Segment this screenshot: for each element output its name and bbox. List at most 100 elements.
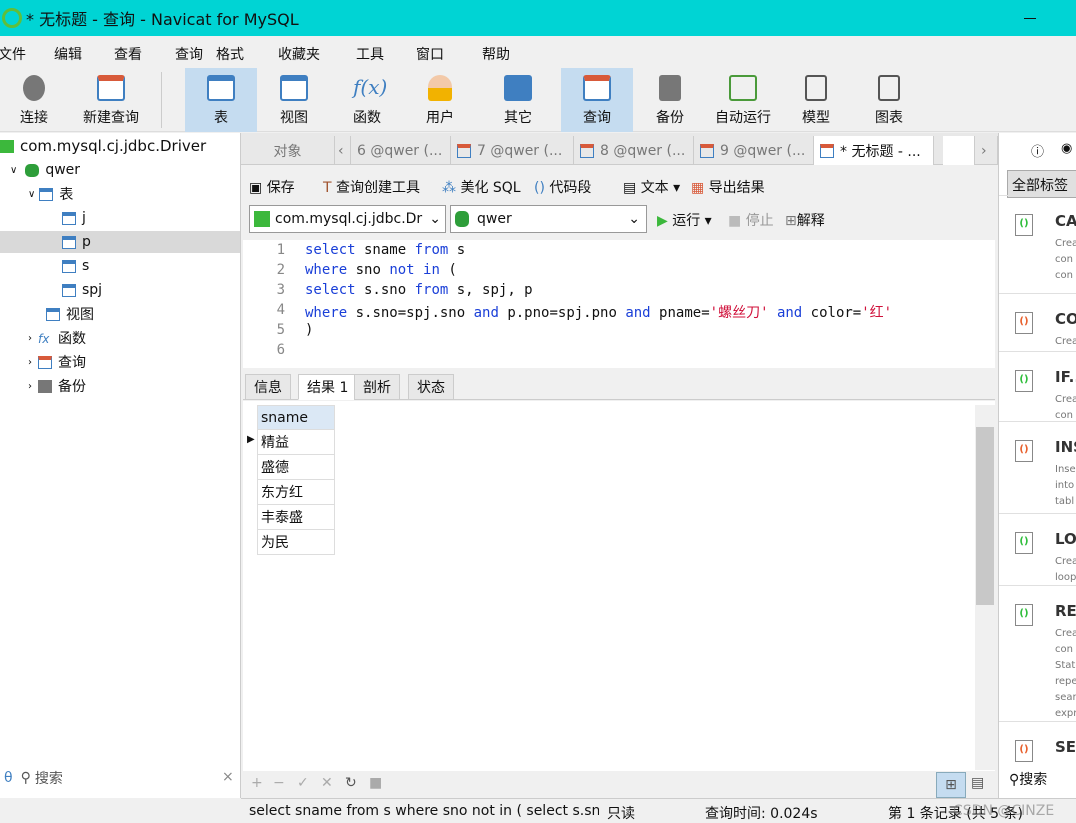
column-header-sname[interactable]: sname (257, 405, 335, 430)
snippet-item[interactable]: () CO Crea (999, 293, 1076, 351)
plug-icon (23, 75, 45, 101)
new-query-button[interactable]: 新建查询 (76, 68, 146, 132)
window-title: * 无标题 - 查询 - Navicat for MySQL (26, 10, 299, 29)
tab-objects[interactable]: 对象 (241, 136, 335, 165)
tab-result-1[interactable]: 结果 1 (298, 374, 358, 400)
sql-editor[interactable]: 1 select sname from s 2 where sno not in (… (243, 240, 995, 368)
backups-node[interactable]: › 备份 (28, 375, 86, 397)
tab-query-6[interactable]: 6 @qwer (... (351, 136, 451, 165)
export-result-button[interactable]: ▦ 导出结果 (691, 177, 765, 197)
stop-icon[interactable]: ■ (369, 775, 382, 791)
user-button[interactable]: 用户 (404, 68, 476, 132)
apply-icon[interactable]: ✓ (297, 775, 309, 791)
views-node[interactable]: 视图 (46, 303, 94, 325)
explain-button[interactable]: ⊞解释 (785, 210, 825, 230)
table-row[interactable]: 精益 (257, 430, 335, 455)
grid-toolbar: + − ✓ ✕ ↻ ■ ⊞ ▤ (243, 772, 995, 798)
snippet-item[interactable]: () LO Crea loop (999, 513, 1076, 585)
code-snippet-button[interactable]: () 代码段 (534, 177, 591, 197)
table-item-j[interactable]: j (62, 207, 86, 229)
grid-view-icon[interactable]: ⊞ (936, 772, 966, 798)
stop-button[interactable]: ■ 停止 (728, 210, 774, 230)
menu-help[interactable]: 帮助 (482, 44, 510, 64)
snippet-item[interactable]: () CA Crea con con (999, 195, 1076, 293)
tab-query-8[interactable]: 8 @qwer (... (574, 136, 694, 165)
tables-node[interactable]: ∨ 表 (28, 183, 73, 205)
tab-profile[interactable]: 剖析 (354, 374, 400, 400)
table-row[interactable]: 丰泰盛 (257, 505, 335, 530)
connection-node[interactable]: com.mysql.cj.jdbc.Driver (0, 135, 206, 157)
document-icon: ▤ (623, 180, 641, 196)
table-row[interactable]: 盛德 (257, 455, 335, 480)
query-icon (700, 143, 714, 158)
database-node[interactable]: ∨ qwer (10, 159, 80, 181)
snippet-search[interactable]: ⚲搜索 (999, 769, 1076, 789)
text-button[interactable]: ▤ 文本 ▾ (623, 177, 680, 197)
table-button[interactable]: 表 (185, 68, 257, 132)
menu-edit[interactable]: 编辑 (54, 44, 82, 64)
refresh-icon[interactable]: ↻ (345, 775, 357, 791)
backup-icon (659, 75, 681, 101)
database-select[interactable]: qwer ⌄ (450, 205, 647, 233)
add-record-icon[interactable]: + (251, 775, 263, 791)
backup-button[interactable]: 备份 (634, 68, 706, 132)
tab-info[interactable]: 信息 (245, 374, 291, 400)
query-icon (580, 143, 594, 158)
snippet-item[interactable]: () IF.. Crea con (999, 351, 1076, 421)
menu-view[interactable]: 查看 (114, 44, 142, 64)
beautify-sql-button[interactable]: ⁂ 美化 SQL (442, 177, 521, 197)
connection-select[interactable]: com.mysql.cj.jdbc.Dr ⌄ (249, 205, 446, 233)
tab-scroll-right[interactable]: › (975, 136, 998, 165)
chart-button[interactable]: 图表 (853, 68, 925, 132)
table-row[interactable]: 东方红 (257, 480, 335, 505)
tab-scroll-left[interactable]: ‹ (335, 136, 351, 165)
minimize-button[interactable] (1024, 18, 1036, 19)
tab-status[interactable]: 状态 (408, 374, 454, 400)
info-icon[interactable]: ⓘ (1031, 141, 1044, 160)
table-item-spj[interactable]: spj (62, 279, 102, 301)
query-button[interactable]: 查询 (561, 68, 633, 132)
table-item-p[interactable]: p (0, 231, 240, 253)
snippet-item[interactable]: () INS Inse into tabl (999, 421, 1076, 513)
queries-node[interactable]: › 查询 (28, 351, 86, 373)
tab-query-7[interactable]: 7 @qwer (... (451, 136, 574, 165)
table-row[interactable]: 为民 (257, 530, 335, 555)
form-view-icon[interactable]: ▤ (971, 775, 984, 791)
menu-query[interactable]: 查询 (175, 44, 203, 64)
play-icon: ▶ (657, 213, 673, 229)
query-builder-button[interactable]: T 查询创建工具 (323, 177, 420, 197)
function-button[interactable]: f(x) 函数 (331, 68, 403, 132)
menu-file[interactable]: 文件 (0, 44, 26, 64)
model-button[interactable]: 模型 (780, 68, 852, 132)
menu-window[interactable]: 窗口 (416, 44, 444, 64)
menu-favorites[interactable]: 收藏夹 (278, 44, 320, 64)
view-button[interactable]: 视图 (258, 68, 330, 132)
tab-query-9[interactable]: 9 @qwer (... (694, 136, 814, 165)
automation-button[interactable]: 自动运行 (707, 68, 779, 132)
menu-tools[interactable]: 工具 (356, 44, 384, 64)
table-item-s[interactable]: s (62, 255, 89, 277)
save-button[interactable]: ▣ 保存 (249, 177, 295, 197)
snippet-file-icon: () (1015, 740, 1033, 762)
result-grid: sname ▶ 精益 盛德 东方红 丰泰盛 为民 (243, 401, 995, 771)
other-button[interactable]: 其它 (482, 68, 554, 132)
run-button[interactable]: ▶ 运行 ▾ (657, 210, 712, 230)
sidebar-search[interactable]: θ ⚲ 搜索 (4, 767, 63, 789)
connect-button[interactable]: 连接 (8, 68, 60, 132)
snippet-file-icon: () (1015, 312, 1033, 334)
eye-icon[interactable]: ◉ (1061, 141, 1072, 156)
tab-untitled[interactable]: * 无标题 - ... (814, 136, 934, 165)
vertical-scrollbar[interactable] (975, 405, 995, 770)
model-icon (805, 75, 827, 101)
discard-icon[interactable]: ✕ (321, 775, 333, 791)
functions-node[interactable]: › fx 函数 (28, 327, 86, 349)
code-line: where sno not in ( (305, 262, 457, 278)
scrollbar-thumb[interactable] (976, 427, 994, 605)
snippet-item[interactable]: () REI Crea con State repe sear expr (999, 585, 1076, 721)
status-query-time: 查询时间: 0.024s (705, 806, 818, 822)
code-line: select sname from s (305, 242, 466, 258)
clear-search-icon[interactable]: × (222, 769, 234, 785)
menu-format[interactable]: 格式 (216, 44, 244, 64)
delete-record-icon[interactable]: − (273, 775, 285, 791)
tag-filter-button[interactable]: 全部标签 (1007, 170, 1076, 198)
